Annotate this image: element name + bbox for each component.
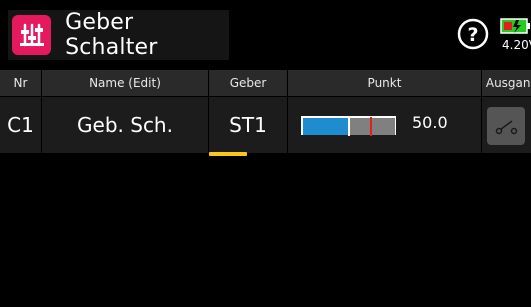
help-circle-icon[interactable]: ?: [457, 18, 489, 50]
table-header: Nr Name (Edit) Geber Punkt Ausgang: [0, 70, 531, 96]
punkt-bar-center: [348, 117, 350, 136]
column-header-nr: Nr: [13, 76, 28, 90]
punkt-bar-marker: [370, 117, 372, 136]
column-header-ausgang: Ausgang: [485, 76, 531, 90]
title-bar: Geber Schalter: [8, 10, 229, 60]
punkt-bar[interactable]: [301, 116, 396, 136]
punkt-value[interactable]: 50.0: [412, 113, 448, 132]
column-header-punkt: Punkt: [367, 76, 402, 90]
punkt-bar-track: [349, 118, 395, 135]
screen: Geber Schalter ? 4.20V Nr Name (Edit) Ge…: [0, 0, 531, 307]
column-header-geber: Geber: [229, 76, 267, 90]
geber-active-underline: [209, 152, 247, 156]
table-row: C1 Geb. Sch. ST1: [0, 97, 531, 153]
name-edit-field[interactable]: Geb. Sch.: [42, 97, 208, 153]
row-nr: C1: [7, 113, 34, 137]
header: Geber Schalter ? 4.20V: [0, 0, 531, 68]
ausgang-switch-button[interactable]: [487, 107, 525, 145]
sliders-icon[interactable]: [12, 15, 52, 55]
svg-text:?: ?: [467, 24, 478, 46]
battery-voltage: 4.20V: [502, 38, 531, 52]
column-header-name: Name (Edit): [89, 76, 161, 90]
punkt-bar-fill: [303, 118, 349, 135]
switch-icon: [495, 120, 518, 135]
geber-select[interactable]: ST1: [209, 97, 287, 153]
page-title: Geber Schalter: [65, 10, 158, 60]
